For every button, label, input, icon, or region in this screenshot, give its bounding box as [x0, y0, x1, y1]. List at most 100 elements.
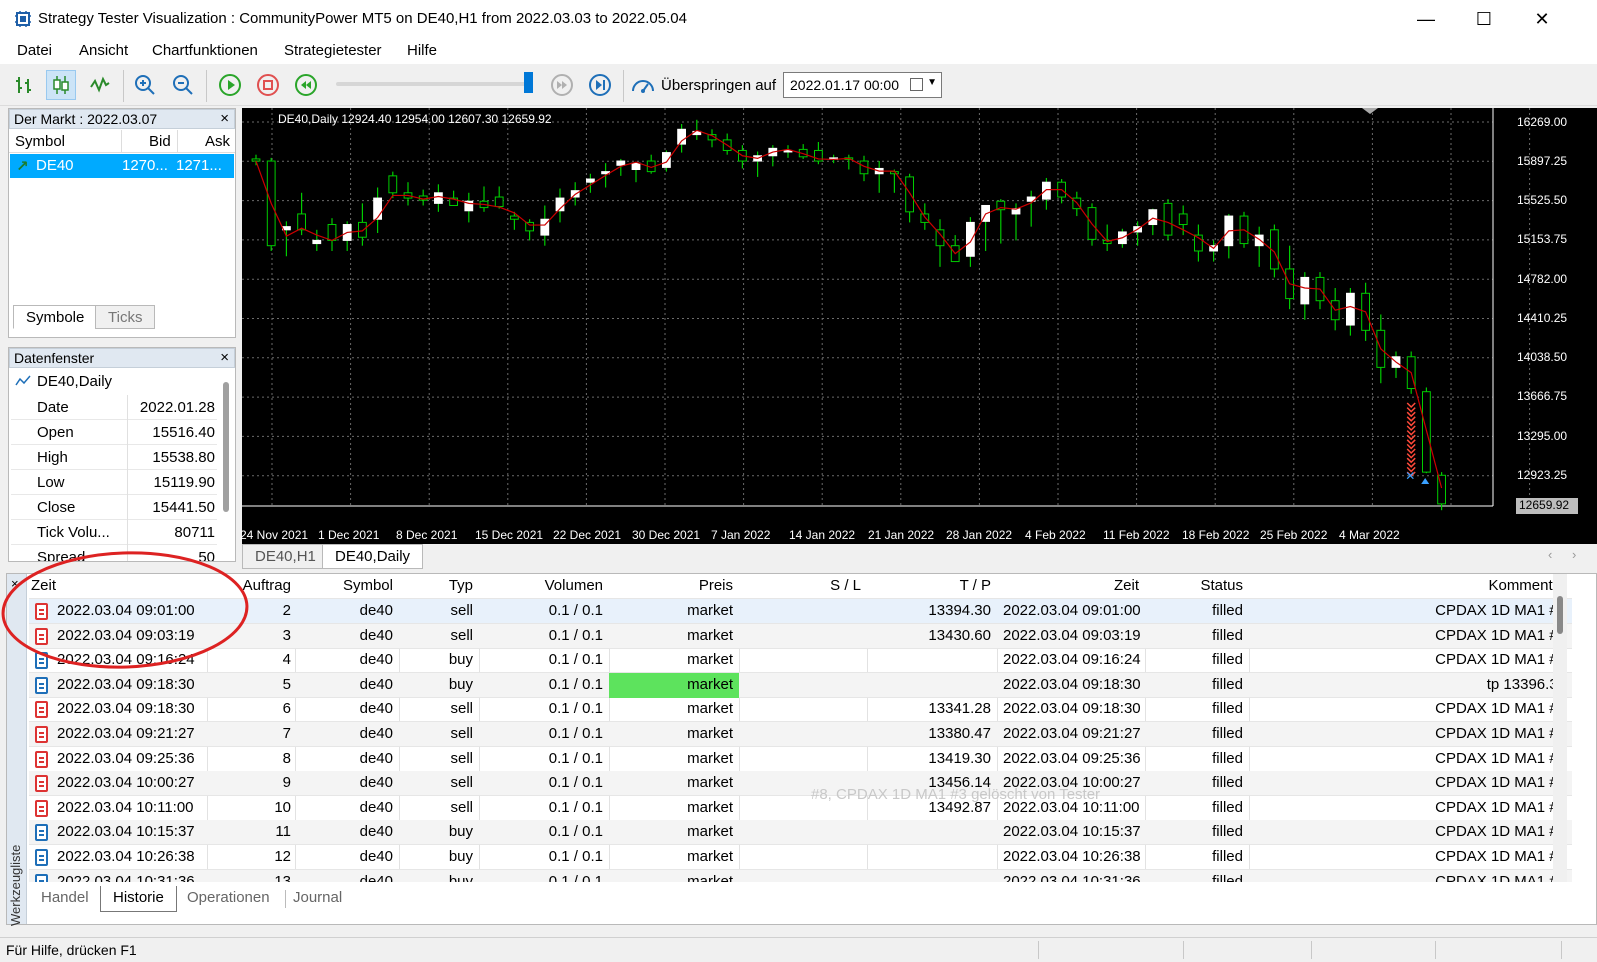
skip-to-end-icon[interactable] [585, 70, 615, 100]
market-row-de40[interactable]: ↗ DE40 1270... 1271... [10, 154, 234, 178]
col-header[interactable]: Volumen [479, 574, 609, 599]
sell-arrow [1406, 457, 1416, 464]
table-cell [739, 599, 867, 624]
dw-row-date: Date 2022.01.28 [11, 395, 217, 420]
tab-journal[interactable]: Journal [281, 886, 354, 912]
candle [662, 152, 671, 168]
close-icon[interactable]: × [220, 349, 229, 366]
dw-row-tick-volume: Tick Volu... 80711 [11, 520, 217, 545]
close-icon[interactable]: × [11, 576, 19, 591]
col-header[interactable]: Auftrag [207, 574, 295, 599]
table-row[interactable]: 2022.03.04 09:21:27 7 de40 sell 0.1 / 0.1 mar… [29, 722, 1572, 747]
col-header[interactable]: Symbol [295, 574, 399, 599]
col-header[interactable]: Zeit [997, 574, 1145, 599]
date-label: 8 Dec 2021 [396, 528, 458, 542]
table-row[interactable]: 2022.03.04 10:15:37 11 de40 buy 0.1 / 0.1 mar… [29, 820, 1572, 846]
table-row[interactable]: 2022.03.04 10:26:38 12 de40 buy 0.1 / 0.1 mar… [29, 845, 1572, 870]
table-cell: sell [450, 749, 473, 767]
menu-strategietester[interactable]: Strategietester [284, 42, 382, 59]
dw-row-close: Close 15441.50 [11, 495, 217, 520]
fast-forward-icon[interactable] [547, 70, 577, 100]
tab-de40-h1[interactable]: DE40,H1 [242, 544, 329, 569]
minimize-button[interactable]: — [1397, 0, 1455, 38]
candle [434, 192, 443, 204]
toolbox-panel: × Werkzeugliste Zeit Auftrag Symbol Typ Volu… [6, 573, 1597, 926]
table-cell: market [687, 700, 733, 718]
tab-symbole[interactable]: Symbole [13, 305, 98, 329]
candle [525, 221, 535, 232]
zoom-in-icon[interactable] [130, 70, 160, 100]
moving-average-line [255, 129, 1443, 489]
candlestick-icon[interactable] [46, 70, 76, 100]
menu-hilfe[interactable]: Hilfe [407, 42, 437, 59]
speed-slider-thumb[interactable] [524, 72, 533, 93]
stop-icon[interactable] [253, 70, 283, 100]
market-watch-header: Der Markt : 2022.03.07 × [9, 109, 235, 129]
calendar-icon[interactable] [910, 78, 923, 91]
line-chart-icon[interactable] [85, 70, 115, 100]
data-window-scrollbar[interactable] [223, 382, 229, 512]
line-chart-icon [15, 375, 31, 386]
col-header[interactable]: Preis [609, 574, 739, 599]
scroll-left-icon[interactable]: ‹ [1548, 547, 1552, 562]
sell-arrow [1406, 420, 1416, 427]
table-cell: filled [1212, 848, 1243, 865]
table-row[interactable]: 2022.03.04 09:01:00 2 de40 sell 0.1 / 0.1 mar… [29, 599, 1572, 624]
col-header[interactable]: S / L [739, 574, 867, 599]
col-header[interactable]: Status [1145, 574, 1249, 599]
price-label: 12923.25 [1517, 468, 1568, 482]
skip-gauge-icon[interactable] [628, 70, 658, 100]
data-window-title: Datenfenster [14, 350, 95, 366]
table-cell: de40 [359, 823, 393, 841]
menu-ansicht[interactable]: Ansicht [79, 42, 128, 59]
col-header[interactable]: Typ [399, 574, 479, 599]
price-chart[interactable]: ✕ DE40,Daily 12924.40 12954.00 12607.30 … [240, 108, 1597, 544]
close-button[interactable]: ✕ [1513, 0, 1571, 38]
table-row[interactable]: 2022.03.04 09:25:36 8 de40 sell 0.1 / 0.1 mar… [29, 747, 1572, 772]
price-label: 14782.00 [1517, 272, 1568, 286]
menu-datei[interactable]: Datei [17, 42, 52, 59]
speed-slider[interactable] [336, 82, 530, 86]
table-cell [739, 673, 867, 698]
table-cell: 2022.03.04 10:15:37 [57, 823, 195, 841]
maximize-button[interactable]: ☐ [1455, 0, 1513, 38]
candle [1163, 202, 1173, 236]
table-row[interactable]: 2022.03.04 09:18:30 5 de40 buy 0.1 / 0.1 mark… [29, 672, 1572, 698]
col-header[interactable]: T / P [867, 574, 997, 599]
tab-historie[interactable]: Historie [100, 886, 177, 912]
table-cell: de40 [359, 602, 393, 619]
play-icon[interactable] [215, 70, 245, 100]
table-cell: 2022.03.04 10:26:38 [1003, 848, 1141, 865]
table-row[interactable]: 2022.03.04 10:11:00 10 de40 sell 0.1 / 0.1 ma… [29, 796, 1572, 821]
table-cell: 2022.03.04 09:18:30 [57, 700, 195, 718]
close-icon[interactable]: × [220, 110, 229, 127]
table-row[interactable]: 2022.03.04 10:00:27 9 de40 sell 0.1 / 0.1 mar… [29, 771, 1572, 797]
scroll-right-icon[interactable]: › [1572, 547, 1576, 562]
col-bid[interactable]: Bid [149, 133, 171, 150]
table-cell [867, 870, 997, 882]
tab-handel[interactable]: Handel [29, 886, 101, 912]
col-header[interactable]: Zeit [29, 574, 207, 599]
tab-operationen[interactable]: Operationen [175, 886, 282, 912]
tab-ticks[interactable]: Ticks [95, 305, 156, 329]
table-cell: 13419.30 [928, 749, 991, 767]
tab-de40-daily[interactable]: DE40,Daily [322, 544, 424, 569]
rewind-icon[interactable] [291, 70, 321, 100]
table-cell: filled [1212, 798, 1243, 816]
bar-chart-icon[interactable] [9, 70, 39, 100]
table-cell: market [687, 872, 733, 882]
table-row[interactable]: 2022.03.04 09:16:24 4 de40 buy 0.1 / 0.1 mark… [29, 648, 1572, 674]
menu-chartfunktionen[interactable]: Chartfunktionen [152, 42, 258, 59]
market-symbol: DE40 [36, 157, 74, 174]
history-scrollbar[interactable] [1553, 574, 1567, 882]
table-row[interactable]: 2022.03.04 09:03:19 3 de40 sell 0.1 / 0.1 mar… [29, 623, 1572, 649]
col-symbol[interactable]: Symbol [15, 133, 65, 150]
table-row[interactable]: 2022.03.04 09:18:30 6 de40 sell 0.1 / 0.1 mar… [29, 697, 1572, 723]
col-ask[interactable]: Ask [205, 133, 230, 150]
table-row[interactable]: 2022.03.04 10:31:36 13 de40 buy 0.1 / 0.1 mar… [29, 869, 1572, 882]
chevron-down-icon[interactable]: ▼ [927, 77, 937, 88]
candle [586, 178, 595, 183]
col-header[interactable]: Kommentar [1249, 574, 1572, 599]
zoom-out-icon[interactable] [168, 70, 198, 100]
skip-date-input[interactable]: 2022.01.17 00:00 ▼ [783, 72, 942, 98]
